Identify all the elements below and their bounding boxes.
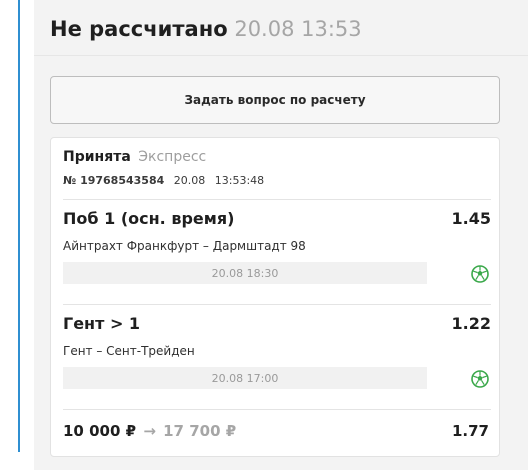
settlement-status: Не рассчитано [50, 17, 228, 41]
stake-amount: 10 000 ₽ [63, 422, 137, 440]
bet-time: 13:53:48 [214, 174, 265, 187]
bet-type: Экспресс [138, 149, 207, 165]
bet-number: № 19768543584 [63, 174, 165, 187]
selection-item: Поб 1 (осн. время) 1.45 Айнтрахт Франкфу… [63, 209, 491, 309]
bet-card: Принята Экспресс № 19768543584 20.08 13:… [50, 137, 500, 457]
bet-header: Не рассчитано 20.08 13:53 [34, 0, 528, 56]
bet-date: 20.08 [173, 174, 206, 187]
divider [63, 409, 491, 410]
ask-question-button[interactable]: Задать вопрос по расчету [50, 76, 500, 124]
selection-market: Поб 1 (осн. время) [63, 209, 235, 228]
divider [63, 304, 491, 305]
selection-odds: 1.45 [451, 209, 491, 228]
selection-market: Гент > 1 [63, 314, 141, 333]
selection-item: Гент > 1 1.22 Гент – Сент-Трейден 20.08 … [63, 314, 491, 414]
settlement-time: 20.08 13:53 [234, 17, 362, 41]
ask-question-label: Задать вопрос по расчету [184, 93, 366, 107]
potential-payout: 17 700 ₽ [163, 422, 237, 440]
football-icon [471, 265, 489, 283]
selection-event[interactable]: Гент – Сент-Трейден [63, 344, 195, 358]
left-accent-bar [18, 0, 20, 452]
total-odds: 1.77 [451, 422, 489, 440]
arrow-right-icon: → [143, 422, 156, 440]
football-icon [471, 370, 489, 388]
bet-status-line: Принята Экспресс [63, 148, 206, 166]
bet-details-panel: Не рассчитано 20.08 13:53 Задать вопрос … [34, 0, 528, 470]
selection-odds: 1.22 [451, 314, 491, 333]
selection-event[interactable]: Айнтрахт Франкфурт – Дармштадт 98 [63, 239, 306, 253]
selection-start-time: 20.08 17:00 [63, 367, 427, 389]
bet-meta: № 19768543584 20.08 13:53:48 [63, 174, 264, 187]
divider [63, 199, 491, 200]
stake-and-payout: 10 000 ₽ → 17 700 ₽ [63, 422, 236, 440]
selection-start-label: 20.08 17:00 [211, 371, 279, 385]
selection-start-label: 20.08 18:30 [211, 266, 279, 280]
page-title: Не рассчитано 20.08 13:53 [50, 16, 362, 42]
selection-start-time: 20.08 18:30 [63, 262, 427, 284]
bet-status: Принята [63, 149, 131, 165]
